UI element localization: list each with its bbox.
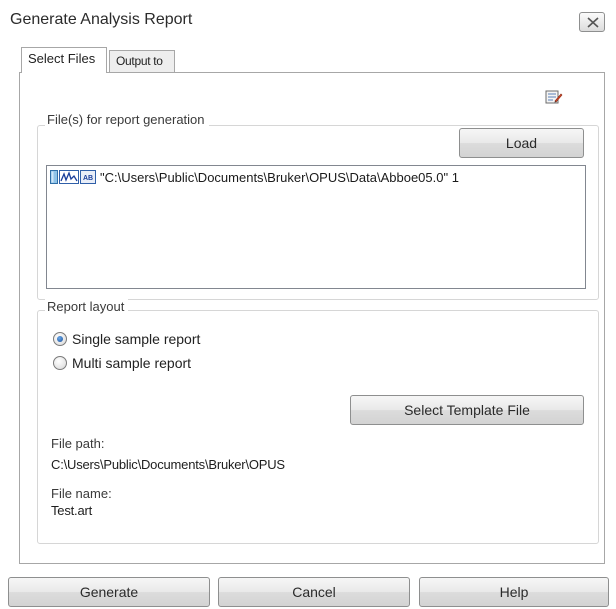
generate-button[interactable]: Generate [8,577,210,607]
single-sample-label: Single sample report [72,331,201,347]
edit-icon [545,90,563,104]
file-name-label: File name: [51,486,112,501]
multi-sample-option[interactable]: Multi sample report [53,354,191,372]
tab-select-files[interactable]: Select Files [21,47,107,73]
report-layout-legend: Report layout [45,299,129,314]
multi-sample-label: Multi sample report [72,355,192,371]
multi-sample-radio[interactable] [53,356,67,370]
file-path-value: C:\Users\Public\Documents\Bruker\OPUS [51,457,285,472]
single-sample-radio[interactable] [53,332,67,346]
svg-text:AB: AB [83,175,93,182]
spectrum-icon [59,170,79,184]
cancel-button[interactable]: Cancel [218,577,410,607]
load-button[interactable]: Load [459,128,584,158]
file-icon [50,170,58,184]
list-item[interactable]: AB "C:\Users\Public\Documents\Bruker\OPU… [50,169,459,185]
files-group-legend: File(s) for report generation [45,112,209,127]
select-template-file-button[interactable]: Select Template File [350,395,584,425]
close-icon [587,17,599,28]
ab-block-icon: AB [80,170,96,184]
file-list[interactable]: AB "C:\Users\Public\Documents\Bruker\OPU… [46,165,586,289]
edit-report-icon[interactable] [545,89,563,108]
file-name-value: Test.art [51,503,93,518]
title-bar: Generate Analysis Report [0,0,616,40]
file-path-label: File path: [51,436,105,451]
close-button[interactable] [579,12,605,32]
tab-output-to[interactable]: Output to [109,50,175,72]
help-button[interactable]: Help [419,577,609,607]
single-sample-option[interactable]: Single sample report [53,330,200,348]
window-title: Generate Analysis Report [10,11,193,28]
file-item-text: "C:\Users\Public\Documents\Bruker\OPUS\D… [100,169,459,185]
